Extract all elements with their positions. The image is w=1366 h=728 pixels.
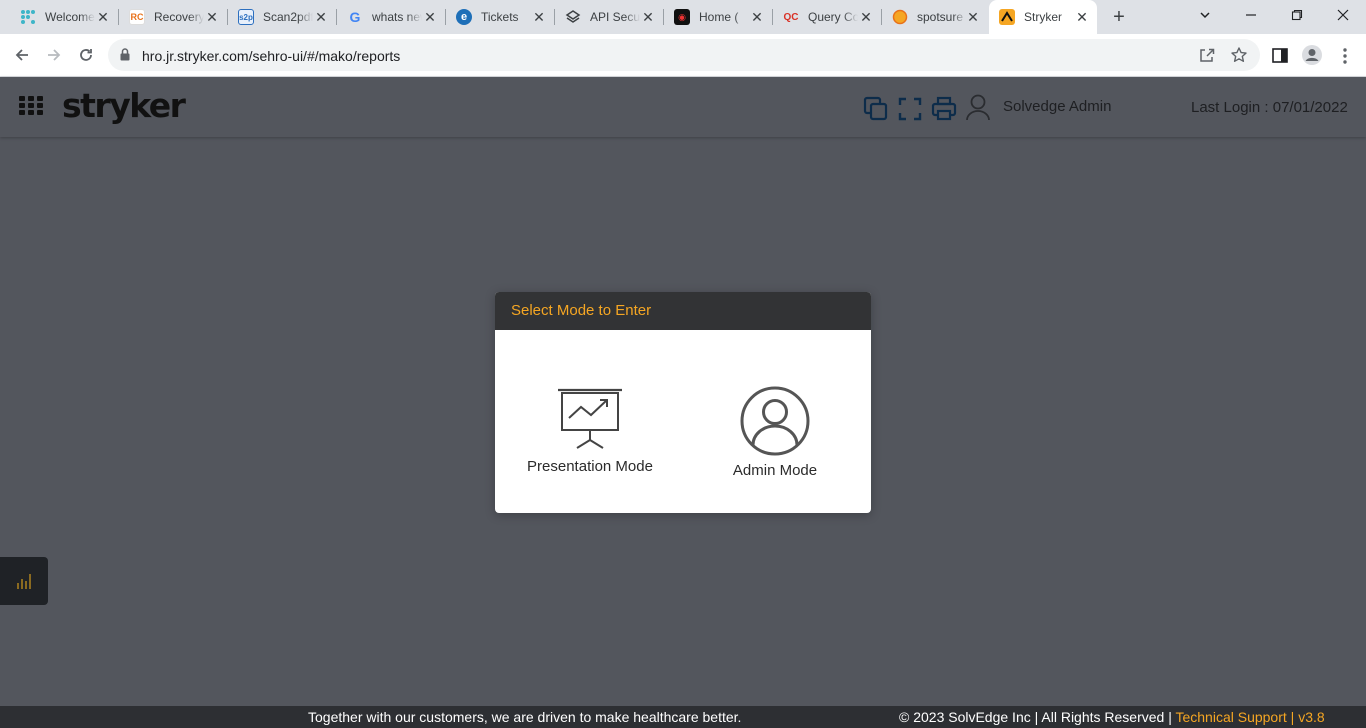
home-app-icon: ◉ (674, 9, 690, 25)
admin-user-circle-icon (710, 386, 840, 456)
tab-title: whats new (372, 10, 422, 24)
circle-icon (892, 9, 908, 25)
forward-arrow-icon[interactable] (41, 42, 67, 68)
tab-title: Welcome (45, 10, 95, 24)
tab-title: spotsure (917, 10, 964, 24)
browser-toolbar: hro.jr.stryker.com/sehro-ui/#/mako/repor… (0, 34, 1366, 77)
lock-icon (120, 48, 130, 66)
tab-title: Query Console (808, 10, 858, 24)
close-tab-icon[interactable]: ✕ (314, 10, 328, 24)
tab-title: Scan2pdf (263, 10, 313, 24)
share-icon[interactable] (1198, 46, 1216, 64)
query-icon: QC (783, 11, 799, 23)
browser-tab[interactable]: spotsure ✕ (882, 0, 988, 34)
browser-tab-active[interactable]: Stryker ✕ (989, 0, 1097, 34)
e-icon: e (456, 9, 472, 25)
browser-menu-icon[interactable] (1335, 46, 1355, 66)
browser-tab-strip: Welcome ✕ RC Recovery ✕ s2p Scan2pdf ✕ G… (0, 0, 1366, 34)
browser-tab[interactable]: Welcome ✕ (10, 0, 119, 34)
browser-tab[interactable]: RC Recovery ✕ (119, 0, 228, 34)
presentation-mode-button[interactable]: Presentation Mode (520, 388, 660, 475)
stats-panel-toggle[interactable] (0, 557, 48, 605)
browser-tab[interactable]: ◉ Home ( ✕ (664, 0, 773, 34)
tab-search-icon[interactable] (1182, 0, 1228, 30)
admin-mode-label: Admin Mode (732, 462, 818, 479)
close-tab-icon[interactable]: ✕ (750, 10, 764, 24)
tab-title: Tickets (481, 10, 519, 24)
dialog-title: Select Mode to Enter (495, 292, 871, 330)
print-icon[interactable] (931, 96, 957, 122)
browser-tab[interactable]: QC Query Console ✕ (773, 0, 882, 34)
address-bar[interactable]: hro.jr.stryker.com/sehro-ui/#/mako/repor… (108, 39, 1260, 71)
browser-tab[interactable]: e Tickets ✕ (446, 0, 555, 34)
presentation-board-icon (520, 388, 660, 452)
new-tab-button[interactable]: + (1108, 6, 1130, 28)
window-close-icon[interactable] (1320, 0, 1366, 30)
browser-tab[interactable]: s2p Scan2pdf ✕ (228, 0, 337, 34)
page-footer: Together with our customers, we are driv… (0, 706, 1366, 728)
rc-icon: RC (129, 9, 145, 25)
close-tab-icon[interactable]: ✕ (641, 10, 655, 24)
app-grid-menu-icon[interactable] (19, 96, 44, 116)
bookmark-star-icon[interactable] (1230, 46, 1248, 64)
technical-support-link[interactable]: Technical Support | v3.8 (1175, 709, 1324, 725)
restore-icon[interactable] (1274, 0, 1320, 30)
user-name[interactable]: Solvedge Admin (1003, 98, 1111, 115)
back-arrow-icon[interactable] (9, 42, 35, 68)
footer-tagline: Together with our customers, we are driv… (308, 709, 742, 725)
fullscreen-icon[interactable] (897, 96, 923, 122)
minimize-icon[interactable] (1228, 0, 1274, 30)
reload-icon[interactable] (73, 42, 99, 68)
tab-title: Stryker (1024, 10, 1063, 24)
side-panel-icon[interactable] (1270, 46, 1290, 66)
browser-tab[interactable]: G whats new ✕ (337, 0, 446, 34)
footer-copyright-block: © 2023 SolvEdge Inc | All Rights Reserve… (899, 709, 1325, 725)
tab-title: API Security (590, 10, 640, 24)
dots-icon (20, 9, 36, 25)
close-tab-icon[interactable]: ✕ (1075, 10, 1089, 24)
tab-title: Home ( (699, 10, 739, 24)
app-header: stryker Solvedge Admin Last Login : 07/0… (0, 77, 1366, 137)
close-tab-icon[interactable]: ✕ (423, 10, 437, 24)
bar-chart-icon (16, 572, 32, 595)
browser-tab[interactable]: API Security ✕ (555, 0, 664, 34)
close-tab-icon[interactable]: ✕ (532, 10, 546, 24)
select-mode-dialog: Select Mode to Enter Presentation Mode A… (495, 292, 871, 513)
close-tab-icon[interactable]: ✕ (859, 10, 873, 24)
presentation-mode-label: Presentation Mode (527, 458, 653, 475)
url-text: hro.jr.stryker.com/sehro-ui/#/mako/repor… (142, 48, 401, 64)
stryker-tab-icon (999, 9, 1015, 25)
google-icon: G (349, 9, 361, 25)
close-tab-icon[interactable]: ✕ (205, 10, 219, 24)
copy-windows-icon[interactable] (863, 96, 889, 122)
user-icon (965, 93, 991, 121)
stryker-logo: stryker (62, 86, 186, 125)
close-tab-icon[interactable]: ✕ (96, 10, 110, 24)
admin-mode-button[interactable]: Admin Mode (710, 386, 840, 479)
s2p-icon: s2p (238, 9, 254, 25)
tab-title: Recovery (154, 10, 204, 24)
footer-copyright: © 2023 SolvEdge Inc | All Rights Reserve… (899, 709, 1176, 725)
profile-avatar-icon[interactable] (1301, 44, 1323, 66)
layers-icon (565, 9, 581, 25)
close-tab-icon[interactable]: ✕ (966, 10, 980, 24)
last-login-text: Last Login : 07/01/2022 (1191, 99, 1348, 116)
